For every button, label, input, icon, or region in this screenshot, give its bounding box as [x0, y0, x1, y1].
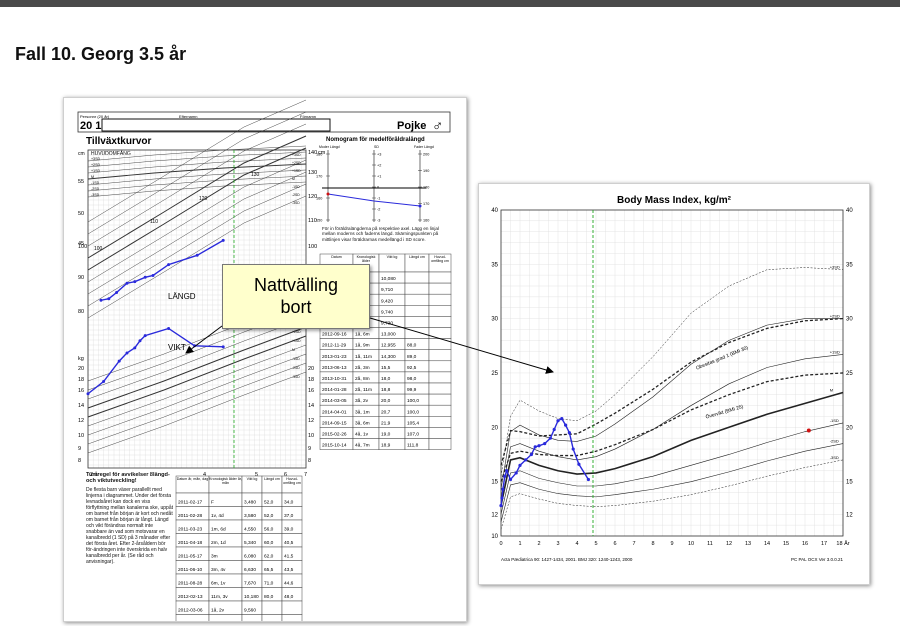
arrows-overlay — [185, 317, 554, 374]
arrow-to-weight-curve — [185, 325, 223, 354]
arrow-to-bmi-peak — [369, 317, 554, 374]
